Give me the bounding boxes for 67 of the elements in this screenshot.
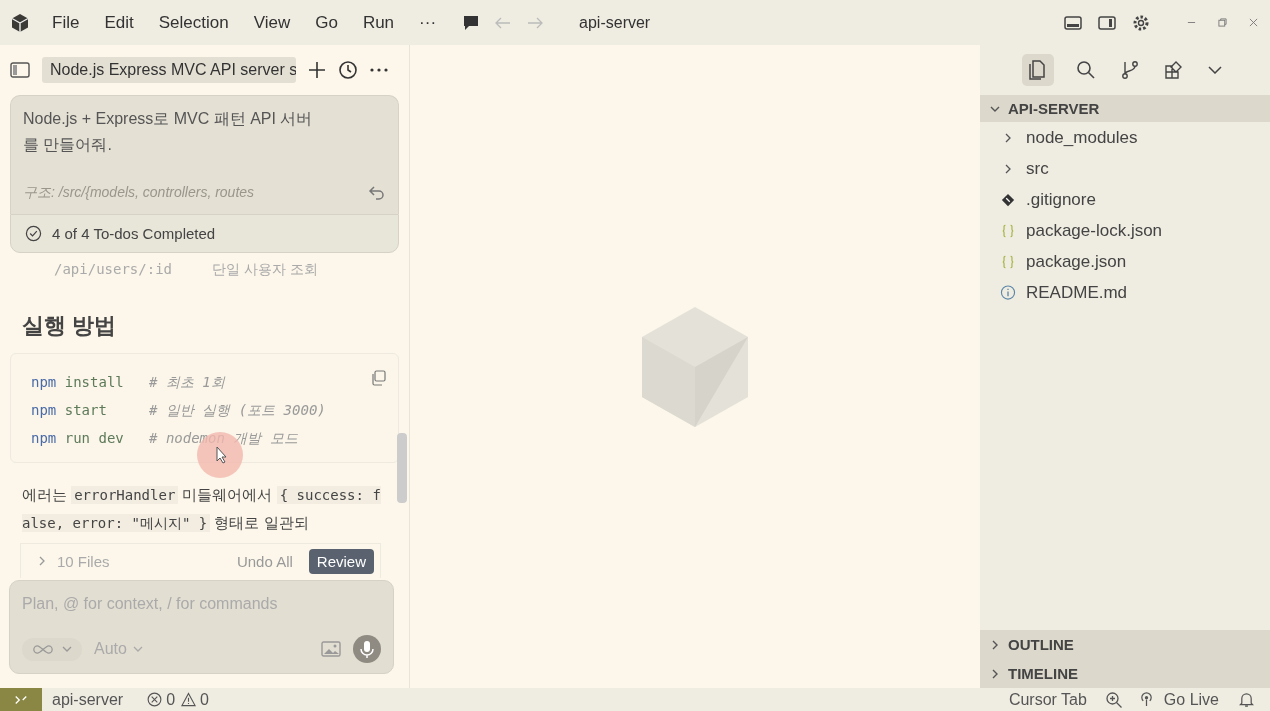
review-button[interactable]: Review <box>308 548 374 574</box>
file-tree-item[interactable]: README.md <box>980 277 1270 308</box>
section-title: TIMELINE <box>1008 665 1078 682</box>
files-icon[interactable] <box>1022 54 1054 86</box>
section-heading: 실행 방법 <box>22 312 118 340</box>
response-paragraph: 에러는 errorHandler 미들웨어에서 { success: false, error: "메시지" } 형태로 일관되 <box>22 485 382 534</box>
scrollbar-thumb[interactable] <box>397 433 407 503</box>
undo-icon[interactable] <box>368 185 386 201</box>
menu-item[interactable]: Run <box>362 12 395 33</box>
file-tree-item[interactable]: package-lock.json <box>980 215 1270 246</box>
history-icon[interactable] <box>338 60 358 80</box>
message-text: Node.js + Express로 MVC 패턴 API 서버 <box>23 109 314 129</box>
extensions-icon[interactable] <box>1164 60 1184 80</box>
error-icon[interactable] <box>147 692 163 707</box>
route-description: 단일 사용자 조회 <box>212 261 318 279</box>
caret-icon <box>62 646 72 652</box>
bell-icon[interactable] <box>1239 691 1254 708</box>
add-icon[interactable] <box>308 61 326 79</box>
braces-icon <box>1000 223 1016 238</box>
info-icon <box>1000 285 1016 300</box>
file-tree-item[interactable]: .gitignore <box>980 184 1270 215</box>
file-tree-item[interactable]: node_modules <box>980 122 1270 153</box>
explorer-title: API-SERVER <box>1008 100 1100 117</box>
search-icon[interactable] <box>1076 60 1096 80</box>
zoom-in-icon[interactable] <box>1104 690 1123 709</box>
chevron-down-icon[interactable] <box>1208 66 1222 74</box>
section-title: OUTLINE <box>1008 636 1074 653</box>
file-tree-item[interactable]: src <box>980 153 1270 184</box>
message-text: 를 만들어줘. <box>23 135 113 155</box>
warning-count[interactable]: 0 <box>200 690 209 709</box>
status-item[interactable]: Cursor Tab <box>1008 690 1087 709</box>
menu-item[interactable]: Go <box>315 12 338 33</box>
menu-item[interactable]: Edit <box>104 12 134 33</box>
panel-section-header[interactable]: OUTLINE <box>980 630 1270 659</box>
warning-icon[interactable] <box>181 692 197 707</box>
microphone-icon[interactable] <box>353 635 381 663</box>
chat-tab[interactable]: Node.js Express MVC API server s <box>42 57 296 83</box>
message-text: 구조: /src/{models, controllers, routes <box>23 184 255 202</box>
file-tree-item[interactable]: package.json <box>980 246 1270 277</box>
app-logo-icon <box>10 12 30 33</box>
error-count[interactable]: 0 <box>166 690 176 709</box>
cube-logo-icon <box>640 304 750 429</box>
code-line: npm install # 최초 1회 <box>31 373 227 392</box>
menu-item[interactable]: File <box>52 12 80 33</box>
infinity-icon <box>32 643 54 655</box>
code-line: npm start # 일반 실행 (포트 3000) <box>31 401 327 420</box>
restore-icon[interactable] <box>1218 18 1227 27</box>
broadcast-icon[interactable] <box>1138 692 1154 707</box>
source-control-icon[interactable] <box>1120 60 1140 80</box>
status-item[interactable]: Go Live <box>1163 690 1219 709</box>
menu-item[interactable]: ··· <box>419 12 437 33</box>
route-path: /api/users/:id <box>54 261 172 279</box>
menu-item[interactable]: Selection <box>158 12 229 33</box>
todo-summary-bar[interactable]: 4 of 4 To-dos Completed <box>10 214 399 253</box>
braces-icon <box>1000 254 1016 269</box>
todo-label: 4 of 4 To-dos Completed <box>52 225 216 242</box>
chevron-icon[interactable] <box>37 556 47 566</box>
menu-item[interactable]: View <box>253 12 291 33</box>
more-icon[interactable] <box>370 68 388 72</box>
git-icon <box>1000 192 1016 207</box>
window-title: api-server <box>579 13 651 32</box>
close-icon[interactable] <box>1249 18 1258 27</box>
explorer-header[interactable]: API-SERVER <box>980 95 1270 122</box>
sidebar-toggle-icon[interactable] <box>10 62 30 78</box>
chat-input[interactable]: Plan, @ for context, / for commands <box>22 589 381 619</box>
folder-name[interactable]: api-server <box>52 690 124 709</box>
panel-section-header[interactable]: TIMELINE <box>980 659 1270 688</box>
